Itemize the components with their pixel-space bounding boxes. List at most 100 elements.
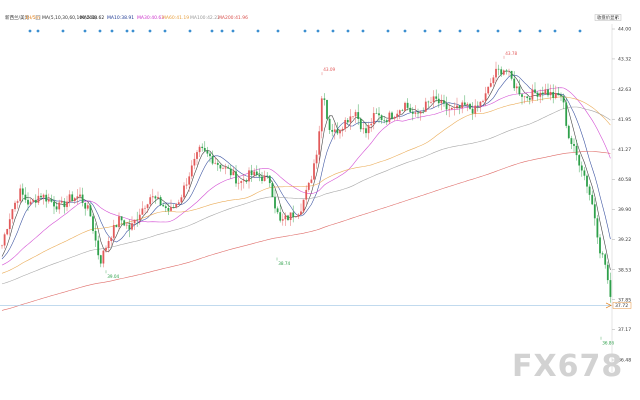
y-tick-label-4: 41.27 <box>618 147 631 153</box>
candle-body-64 <box>167 208 170 211</box>
candle-body-195 <box>508 70 510 72</box>
candle-body-52 <box>136 219 139 221</box>
event-marker-30 <box>553 29 557 33</box>
candle-body-131 <box>341 128 344 131</box>
candle-body-39 <box>102 250 105 264</box>
candle-body-34 <box>89 205 92 217</box>
candle-body-109 <box>284 215 287 220</box>
candle-body-15 <box>40 195 42 198</box>
event-marker-26 <box>476 29 480 33</box>
candle-body-233 <box>606 264 609 281</box>
candle-body-78 <box>203 148 206 151</box>
candle-body-26 <box>68 194 71 202</box>
candle-body-208 <box>541 92 544 95</box>
candle-body-76 <box>198 146 201 153</box>
event-markers <box>28 29 582 33</box>
candle-body-4 <box>11 209 14 220</box>
candle-body-200 <box>521 94 523 97</box>
candle-body-101 <box>263 175 266 181</box>
event-marker-6 <box>125 29 129 33</box>
candle-body-232 <box>604 254 607 265</box>
candle-body-125 <box>326 99 328 119</box>
watermark: FX678 <box>512 349 623 384</box>
event-marker-31 <box>578 29 582 33</box>
candle-body-123 <box>320 98 323 132</box>
candle-body-178 <box>463 102 466 105</box>
candle-body-72 <box>188 176 191 185</box>
candle-body-53 <box>138 214 141 221</box>
candle-body-228 <box>593 204 596 219</box>
candle-body-207 <box>539 92 542 97</box>
candle-body-196 <box>510 70 513 79</box>
annotation-label-4: 36.86 <box>602 340 614 345</box>
candle-body-22 <box>58 202 61 210</box>
event-marker-3 <box>83 29 87 33</box>
candle-body-31 <box>81 194 84 203</box>
candle-body-51 <box>133 219 136 224</box>
candle-body-144 <box>375 113 378 114</box>
ma-value-6: MA200:41.96 <box>218 15 248 21</box>
candle-body-150 <box>391 112 393 119</box>
candle-body-6 <box>16 201 19 203</box>
event-marker-16 <box>303 29 307 33</box>
candle-body-118 <box>307 182 310 190</box>
candle-body-96 <box>250 170 253 176</box>
y-tick-label-10: 37.17 <box>618 327 631 333</box>
candle-body-21 <box>55 206 58 210</box>
candle-body-217 <box>565 102 568 126</box>
candle-body-81 <box>211 156 214 164</box>
event-marker-22 <box>403 29 407 33</box>
candle-body-27 <box>71 194 74 201</box>
y-tick-label-9: 37.85 <box>618 297 631 303</box>
candle-body-46 <box>120 216 123 221</box>
candle-body-56 <box>146 204 149 208</box>
candle-body-145 <box>378 113 380 116</box>
candle-body-0 <box>1 245 3 247</box>
candle-body-202 <box>526 96 529 99</box>
candle-body-155 <box>404 102 406 111</box>
candle-body-93 <box>242 180 245 182</box>
candle-body-211 <box>549 91 552 96</box>
event-marker-17 <box>316 29 320 33</box>
event-marker-5 <box>110 29 114 33</box>
candle-body-82 <box>214 162 217 164</box>
candle-body-49 <box>128 224 131 230</box>
y-tick-label-7: 39.22 <box>618 237 631 243</box>
candle-body-185 <box>482 100 484 102</box>
candle-body-219 <box>570 138 573 144</box>
candle-body-162 <box>422 111 425 113</box>
candle-body-9 <box>24 194 27 200</box>
candle-body-206 <box>536 92 539 97</box>
candle-body-102 <box>266 175 269 177</box>
y-tick-label-1: 43.32 <box>618 57 631 63</box>
candle-body-204 <box>531 89 534 100</box>
candle-body-68 <box>177 202 180 205</box>
timeframe-label[interactable]: 1H/5m <box>25 15 40 21</box>
event-marker-9 <box>163 29 167 33</box>
event-marker-10 <box>188 29 192 33</box>
candle-body-98 <box>255 171 258 175</box>
candle-body-108 <box>281 219 284 221</box>
candle-body-184 <box>479 101 482 107</box>
candle-body-203 <box>528 98 531 100</box>
ma-value-4: MA60:41.19 <box>162 15 189 21</box>
candle-body-116 <box>302 199 305 212</box>
event-marker-27 <box>496 29 500 33</box>
candle-body-88 <box>229 168 232 176</box>
candle-body-1 <box>3 234 6 246</box>
event-marker-21 <box>386 29 390 33</box>
candle-body-226 <box>588 186 591 195</box>
candle-body-50 <box>131 223 133 230</box>
candle-body-85 <box>222 168 224 170</box>
event-marker-24 <box>438 29 442 33</box>
event-marker-20 <box>361 29 365 33</box>
event-marker-4 <box>98 29 102 33</box>
candle-body-69 <box>180 197 183 203</box>
annotation-label-3: 43.78 <box>505 51 517 56</box>
event-marker-13 <box>231 29 235 33</box>
candle-body-230 <box>599 237 601 254</box>
candle-body-180 <box>469 103 471 109</box>
event-marker-18 <box>331 29 335 33</box>
candle-body-83 <box>216 162 219 165</box>
chart-background <box>0 0 640 400</box>
